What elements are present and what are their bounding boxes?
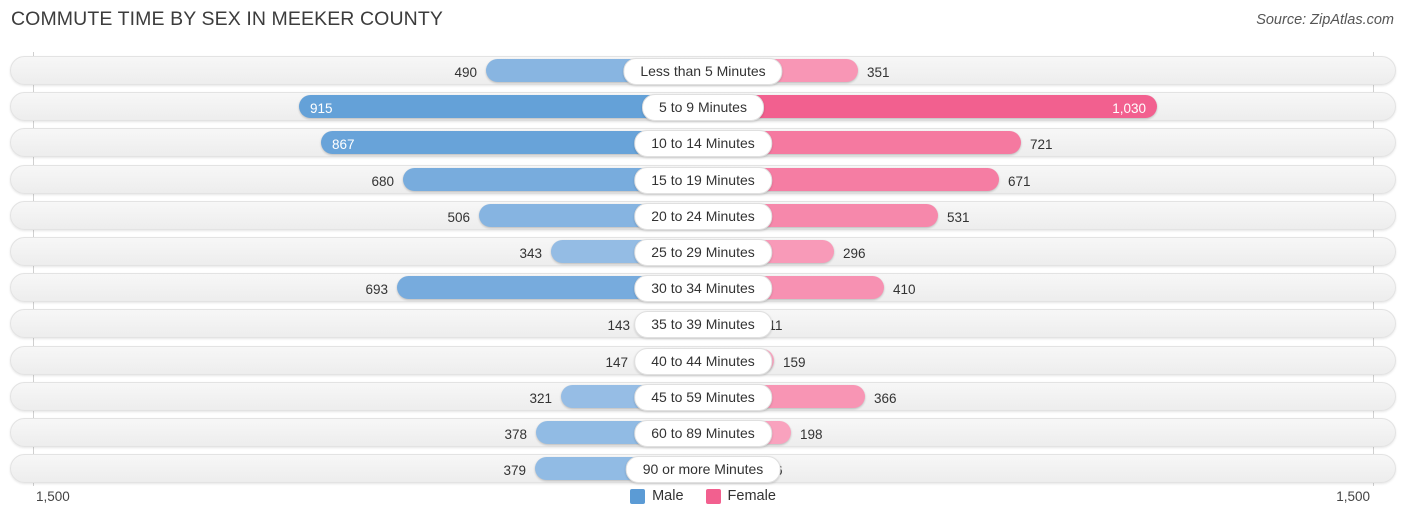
chart-row: 693 410 30 to 34 Minutes [10, 273, 1396, 303]
chart-row: 147 159 40 to 44 Minutes [10, 345, 1396, 375]
chart-container: COMMUTE TIME BY SEX IN MEEKER COUNTY Sou… [0, 0, 1406, 523]
bar-value-male: 680 [371, 173, 394, 189]
category-label: 60 to 89 Minutes [634, 420, 772, 447]
bar-value-male: 490 [454, 65, 477, 80]
chart-row: 378 198 60 to 89 Minutes [10, 418, 1396, 447]
legend-label: Female [727, 488, 776, 504]
legend-swatch-icon [630, 488, 646, 504]
category-label: 15 to 19 Minutes [634, 166, 772, 194]
bar-value-male: 867 [332, 137, 355, 153]
chart-legend: Male Female [0, 488, 1406, 504]
bar-value-female: 366 [874, 390, 897, 406]
chart-footer: 1,500 1,500 Male Female [0, 486, 1406, 523]
chart-row: 867 721 10 to 14 Minutes [10, 128, 1396, 158]
legend-swatch-icon [705, 488, 721, 504]
bar-value-female: 1,030 [1112, 101, 1146, 117]
bar-value-male: 343 [519, 246, 542, 261]
bar-value-female: 198 [800, 427, 823, 442]
bar-value-female: 721 [1030, 137, 1053, 153]
chart-row: 490 351 Less than 5 Minutes [10, 56, 1396, 85]
bar-value-male: 915 [310, 101, 333, 117]
chart-row: 37910690 or more Minutes [10, 454, 1396, 484]
legend-item[interactable]: Female [705, 488, 776, 504]
bar-value-male: 147 [605, 354, 628, 370]
legend-label: Male [652, 488, 684, 504]
bar-female[interactable]: 1,030 [704, 95, 1157, 119]
category-label: 40 to 44 Minutes [634, 347, 772, 375]
bar-value-male: 321 [529, 390, 552, 406]
bar-value-female: 351 [867, 65, 890, 80]
bar-value-female: 531 [947, 209, 970, 225]
category-label: 30 to 34 Minutes [634, 275, 772, 303]
chart-row: 343 296 25 to 29 Minutes [10, 237, 1396, 266]
bar-value-female: 159 [783, 354, 806, 370]
bar-value-female: 671 [1008, 173, 1031, 189]
chart-row: 915 1,030 5 to 9 Minutes [10, 92, 1396, 122]
category-label: 20 to 24 Minutes [634, 202, 772, 230]
chart-row: 143 111 35 to 39 Minutes [10, 309, 1396, 339]
chart-row: 506 531 20 to 24 Minutes [10, 200, 1396, 230]
category-label: 35 to 39 Minutes [634, 311, 772, 339]
bar-value-female: 296 [843, 246, 866, 261]
source-attribution: Source: ZipAtlas.com [1256, 12, 1394, 28]
bar-value-female: 410 [893, 282, 916, 298]
bar-value-male: 693 [365, 282, 388, 298]
bar-value-male: 379 [503, 463, 526, 479]
category-label: 5 to 9 Minutes [642, 94, 764, 122]
chart-row: 321 366 45 to 59 Minutes [10, 381, 1396, 411]
category-label: Less than 5 Minutes [623, 58, 783, 85]
category-label: 90 or more Minutes [625, 456, 781, 484]
legend-item[interactable]: Male [630, 488, 684, 504]
page-title: COMMUTE TIME BY SEX IN MEEKER COUNTY [11, 8, 443, 30]
category-label: 25 to 29 Minutes [634, 239, 772, 266]
bar-value-male: 378 [504, 427, 527, 442]
chart-row: 680 671 15 to 19 Minutes [10, 164, 1396, 194]
plot-area: 490 351 Less than 5 Minutes 915 1,030 5 to 9 … [0, 52, 1406, 486]
category-label: 45 to 59 Minutes [634, 383, 772, 411]
bar-value-male: 506 [447, 209, 470, 225]
category-label: 10 to 14 Minutes [634, 130, 772, 158]
